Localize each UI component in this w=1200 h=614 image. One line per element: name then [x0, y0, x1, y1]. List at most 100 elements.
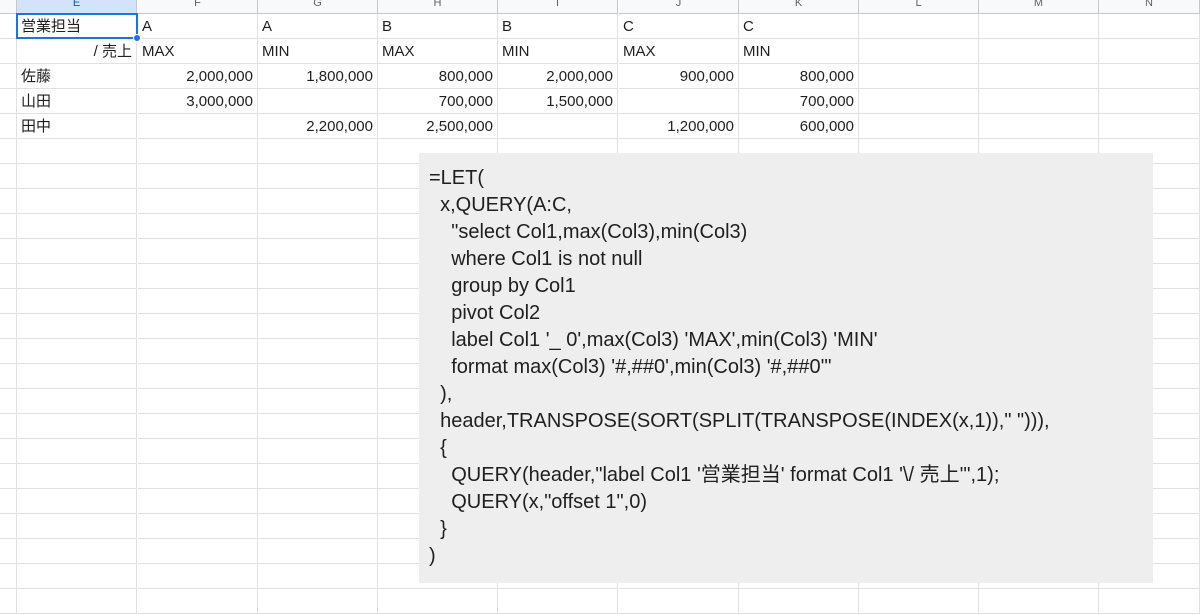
row-header[interactable]	[0, 39, 17, 64]
row-header[interactable]	[0, 489, 17, 514]
table-cell[interactable]	[258, 314, 378, 339]
table-cell[interactable]	[258, 139, 378, 164]
table-cell[interactable]: 1,200,000	[619, 114, 739, 139]
table-cell[interactable]	[138, 539, 258, 564]
table-cell[interactable]	[138, 239, 258, 264]
row-header[interactable]	[0, 164, 17, 189]
table-cell[interactable]	[17, 589, 137, 614]
table-cell[interactable]: 2,200,000	[258, 114, 378, 139]
table-cell[interactable]	[1099, 89, 1200, 114]
table-cell[interactable]: 2,000,000	[138, 64, 258, 89]
table-cell[interactable]	[138, 439, 258, 464]
table-cell[interactable]	[859, 39, 979, 64]
table-cell[interactable]	[258, 464, 378, 489]
table-cell[interactable]: MIN	[739, 39, 859, 64]
table-cell[interactable]	[258, 89, 378, 114]
table-cell[interactable]	[498, 589, 618, 614]
column-header-f[interactable]: F	[138, 0, 258, 14]
row-header[interactable]	[0, 514, 17, 539]
table-cell[interactable]: 1,500,000	[498, 89, 618, 114]
row-header[interactable]	[0, 139, 17, 164]
row-header[interactable]	[0, 589, 17, 614]
table-cell[interactable]	[17, 389, 137, 414]
table-cell[interactable]	[1099, 14, 1200, 39]
table-cell[interactable]	[1099, 589, 1200, 614]
table-cell[interactable]	[258, 389, 378, 414]
table-cell[interactable]	[138, 164, 258, 189]
column-header-g[interactable]: G	[258, 0, 378, 14]
row-header[interactable]	[0, 389, 17, 414]
table-cell[interactable]	[979, 64, 1099, 89]
table-cell[interactable]	[17, 214, 137, 239]
table-cell[interactable]	[138, 489, 258, 514]
table-cell[interactable]: B	[378, 14, 498, 39]
table-cell[interactable]	[258, 514, 378, 539]
table-cell[interactable]	[258, 289, 378, 314]
table-cell[interactable]: 600,000	[739, 114, 859, 139]
table-cell[interactable]: 山田	[17, 89, 137, 114]
column-header-l[interactable]: L	[859, 0, 979, 14]
row-header[interactable]	[0, 339, 17, 364]
table-cell[interactable]: C	[619, 14, 739, 39]
table-cell[interactable]	[17, 514, 137, 539]
table-cell[interactable]: 800,000	[739, 64, 859, 89]
table-cell[interactable]	[138, 589, 258, 614]
table-cell[interactable]	[17, 139, 137, 164]
table-cell[interactable]	[258, 414, 378, 439]
table-cell[interactable]	[258, 339, 378, 364]
table-cell[interactable]	[138, 364, 258, 389]
table-cell[interactable]: 1,800,000	[258, 64, 378, 89]
table-cell[interactable]: 800,000	[378, 64, 498, 89]
table-cell[interactable]	[859, 589, 979, 614]
table-cell[interactable]	[1099, 64, 1200, 89]
row-header[interactable]	[0, 414, 17, 439]
table-cell[interactable]	[138, 189, 258, 214]
table-cell[interactable]	[859, 89, 979, 114]
table-cell[interactable]	[619, 89, 739, 114]
table-cell[interactable]	[138, 389, 258, 414]
column-header-k[interactable]: K	[739, 0, 859, 14]
table-cell[interactable]	[258, 214, 378, 239]
table-cell[interactable]: 700,000	[739, 89, 859, 114]
table-cell[interactable]: 2,500,000	[378, 114, 498, 139]
table-cell[interactable]	[17, 289, 137, 314]
column-header-i[interactable]: I	[498, 0, 618, 14]
column-header-e[interactable]: E	[17, 0, 137, 14]
table-cell[interactable]	[378, 589, 498, 614]
table-cell[interactable]	[138, 114, 258, 139]
row-header[interactable]	[0, 364, 17, 389]
row-header[interactable]	[0, 89, 17, 114]
row-header[interactable]	[0, 464, 17, 489]
table-cell[interactable]	[17, 539, 137, 564]
table-cell[interactable]: 田中	[17, 114, 137, 139]
row-header[interactable]	[0, 564, 17, 589]
table-cell[interactable]	[979, 39, 1099, 64]
table-cell[interactable]	[979, 114, 1099, 139]
table-cell[interactable]	[138, 414, 258, 439]
table-cell[interactable]: 2,000,000	[498, 64, 618, 89]
table-cell[interactable]	[138, 264, 258, 289]
table-cell[interactable]: 700,000	[378, 89, 498, 114]
table-cell[interactable]: MAX	[619, 39, 739, 64]
table-cell[interactable]: / 売上	[17, 39, 137, 64]
table-cell[interactable]	[979, 14, 1099, 39]
table-cell[interactable]	[498, 114, 618, 139]
column-header-h[interactable]: H	[378, 0, 498, 14]
table-cell[interactable]	[17, 364, 137, 389]
row-header[interactable]	[0, 189, 17, 214]
table-cell[interactable]	[1099, 114, 1200, 139]
table-cell[interactable]	[138, 339, 258, 364]
table-cell[interactable]	[17, 464, 137, 489]
table-cell[interactable]	[979, 89, 1099, 114]
table-cell[interactable]	[138, 464, 258, 489]
table-cell[interactable]: 900,000	[619, 64, 739, 89]
table-cell[interactable]: 3,000,000	[138, 89, 258, 114]
table-cell[interactable]: A	[138, 14, 258, 39]
table-cell[interactable]	[258, 439, 378, 464]
table-cell[interactable]: 佐藤	[17, 64, 137, 89]
table-cell[interactable]	[859, 14, 979, 39]
row-header[interactable]	[0, 439, 17, 464]
table-cell[interactable]	[258, 164, 378, 189]
table-cell[interactable]	[138, 564, 258, 589]
row-header[interactable]	[0, 114, 17, 139]
